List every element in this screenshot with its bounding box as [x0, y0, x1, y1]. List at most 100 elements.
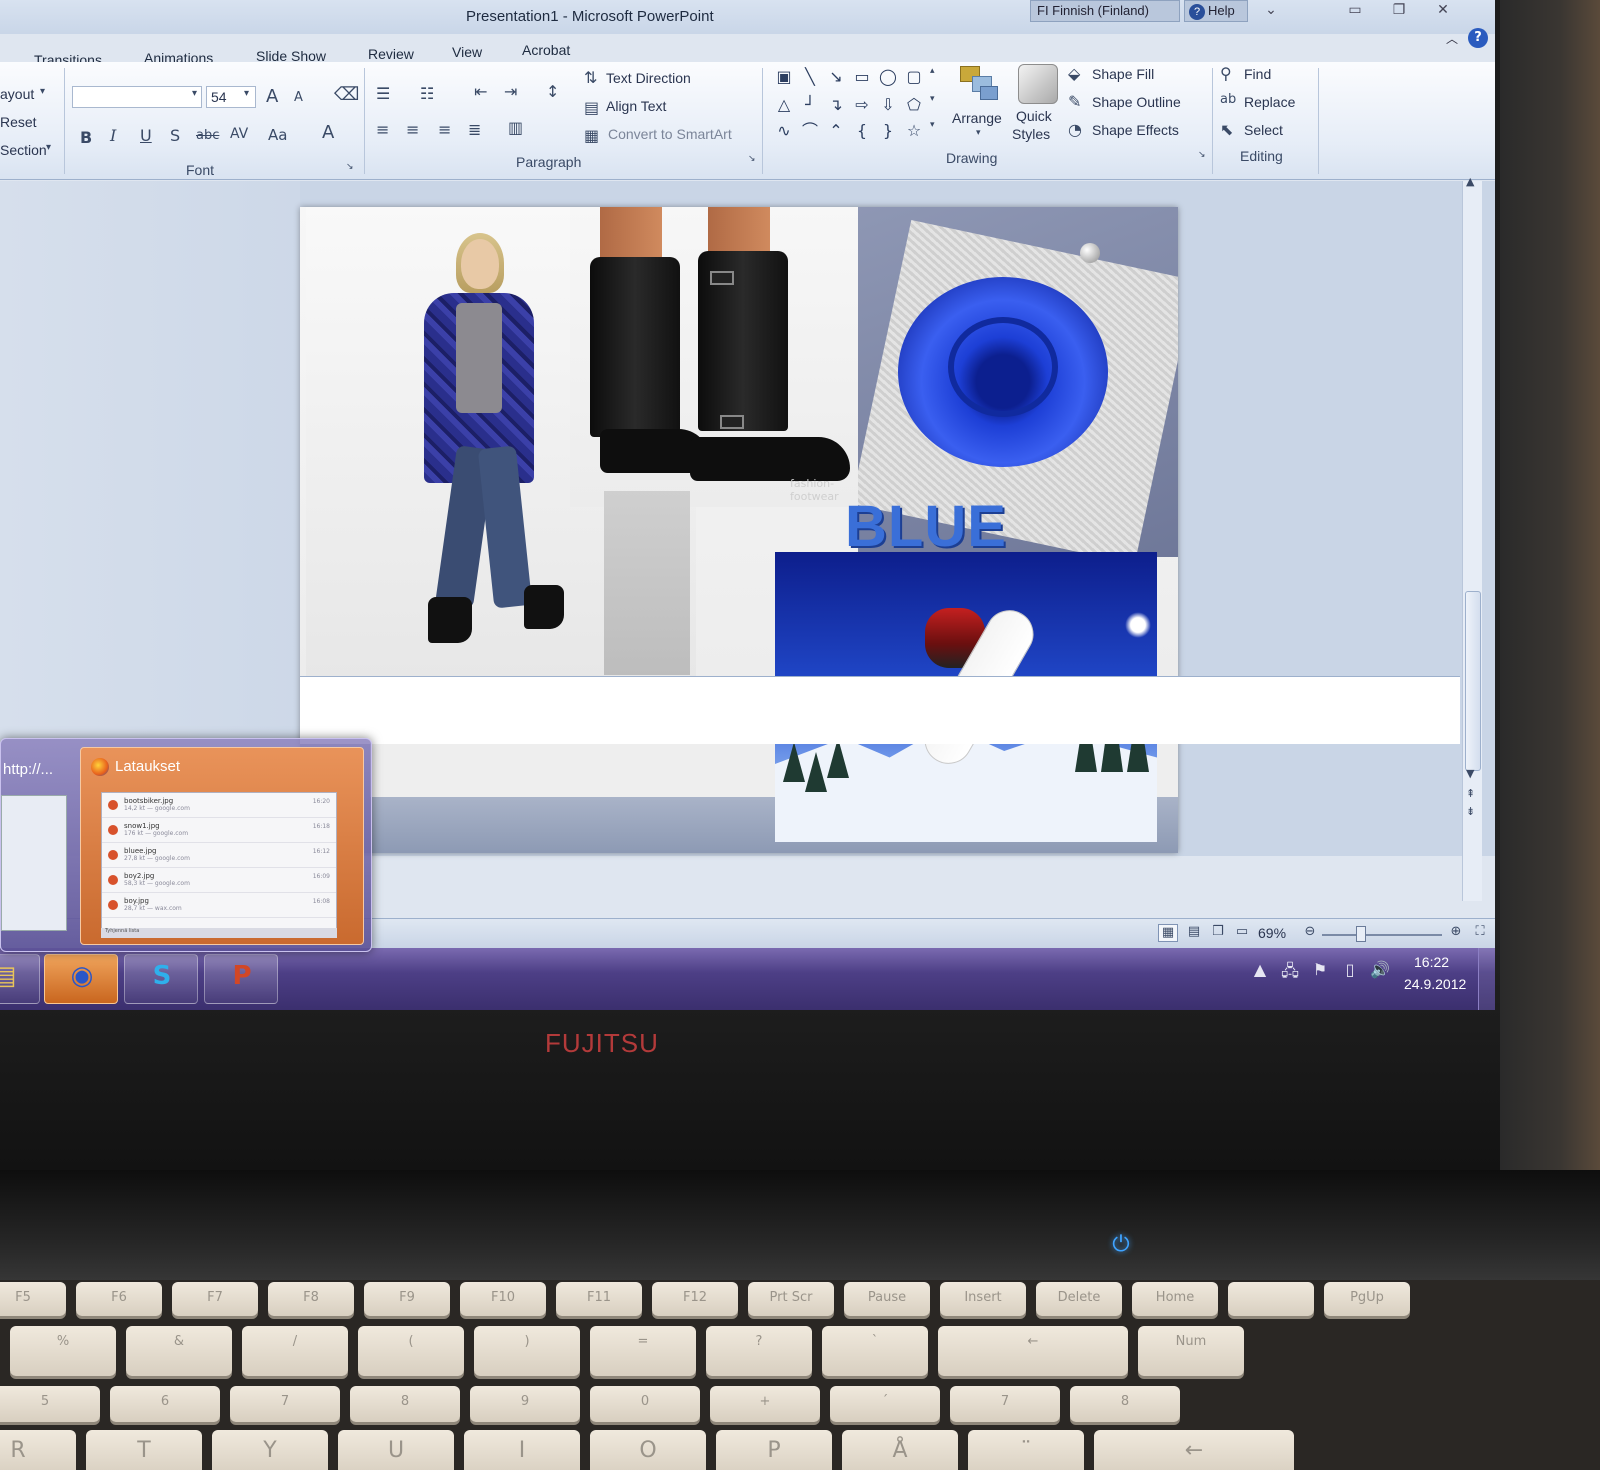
action-center-flag-icon[interactable]: ⚑ — [1308, 960, 1332, 979]
slideshow-view-icon[interactable]: ▭ — [1232, 924, 1252, 942]
show-hidden-icons-icon[interactable]: ▲ — [1248, 960, 1272, 979]
find-button[interactable]: Find — [1244, 66, 1271, 82]
elbow-arrow-shape-icon[interactable]: ↴ — [824, 94, 848, 116]
arrange-icon[interactable] — [958, 64, 1000, 106]
binoculars-icon[interactable]: ⚲ — [1220, 64, 1232, 83]
firefox-taskbar-button[interactable]: ◉ — [44, 954, 118, 1004]
tab-acrobat[interactable]: Acrobat — [522, 42, 570, 58]
reset-button[interactable]: Reset — [0, 114, 37, 130]
scroll-up-icon[interactable]: ▲ — [1466, 175, 1474, 188]
shape-outline-button[interactable]: Shape Outline — [1092, 94, 1181, 110]
line-spacing-icon[interactable]: ↕ — [546, 82, 559, 101]
align-center-icon[interactable]: ≡ — [406, 120, 419, 139]
align-text-button[interactable]: Align Text — [606, 98, 666, 114]
scroll-down-icon[interactable]: ▼ — [1466, 767, 1474, 780]
justify-icon[interactable]: ≣ — [468, 120, 481, 139]
arrange-dropdown-icon[interactable]: ▾ — [976, 128, 981, 138]
italic-button[interactable]: I — [110, 126, 116, 145]
shape-effects-button[interactable]: Shape Effects — [1092, 122, 1179, 138]
text-shadow-button[interactable]: S — [170, 126, 180, 145]
clock-date[interactable]: 24.9.2012 — [1404, 976, 1466, 992]
gallery-more-icon[interactable]: ▾ — [930, 120, 935, 130]
close-button[interactable]: ✕ — [1428, 2, 1458, 20]
zoom-out-icon[interactable]: ⊖ — [1300, 924, 1320, 942]
current-slide[interactable]: fashion-footwear BLUE — [300, 207, 1178, 853]
arrow-line-shape-icon[interactable]: ↘ — [824, 66, 848, 88]
zoom-level[interactable]: 69% — [1258, 925, 1286, 941]
rounded-rect-shape-icon[interactable]: ▢ — [902, 66, 926, 88]
text-direction-icon[interactable]: ⇅ — [584, 68, 597, 87]
explorer-taskbar-button[interactable]: ▤ — [0, 954, 40, 1004]
clock-time[interactable]: 16:22 — [1414, 954, 1449, 970]
normal-view-icon[interactable]: ▦ — [1158, 924, 1178, 942]
layout-button[interactable]: ayout — [0, 86, 34, 102]
convert-smartart-button[interactable]: Convert to SmartArt — [608, 126, 732, 142]
scribble-shape-icon[interactable]: ∿ — [772, 120, 796, 142]
font-dialog-launcher-icon[interactable]: ↘ — [346, 162, 354, 172]
tab-view[interactable]: View — [452, 44, 482, 60]
fit-to-window-icon[interactable]: ⛶ — [1470, 924, 1490, 942]
align-right-icon[interactable]: ≡ — [438, 120, 451, 139]
text-box-shape-icon[interactable]: ▣ — [772, 66, 796, 88]
shape-outline-icon[interactable]: ✎ — [1068, 92, 1081, 111]
right-arrow-shape-icon[interactable]: ⇨ — [850, 94, 874, 116]
font-name-box[interactable] — [72, 86, 202, 108]
show-desktop-button[interactable] — [1478, 948, 1495, 1010]
paragraph-dialog-launcher-icon[interactable]: ↘ — [748, 154, 756, 164]
decrease-indent-icon[interactable]: ⇤ — [474, 82, 487, 101]
skype-taskbar-button[interactable]: S — [124, 954, 198, 1004]
text-direction-button[interactable]: Text Direction — [606, 70, 691, 86]
left-brace-shape-icon[interactable]: { — [850, 120, 874, 142]
zoom-in-icon[interactable]: ⊕ — [1446, 924, 1466, 942]
restore-button[interactable]: ❐ — [1384, 2, 1414, 20]
rectangle-shape-icon[interactable]: ▭ — [850, 66, 874, 88]
minimize-ribbon-icon[interactable]: ︿ — [1446, 30, 1458, 47]
shape-fill-icon[interactable]: ⬙ — [1068, 64, 1080, 83]
power-icon[interactable]: ▯ — [1338, 960, 1362, 979]
dropdown-chevron-icon[interactable]: ⌄ — [1256, 2, 1286, 20]
ribbon-help-icon[interactable]: ? — [1468, 28, 1488, 48]
font-color-button[interactable]: A — [322, 122, 334, 143]
reading-view-icon[interactable]: ❒ — [1208, 924, 1228, 942]
section-dropdown-icon[interactable]: ▾ — [46, 142, 51, 153]
next-slide-icon[interactable]: ⇟ — [1466, 805, 1475, 818]
zoom-slider-track[interactable] — [1322, 934, 1442, 936]
slide-sorter-icon[interactable]: ▤ — [1184, 924, 1204, 942]
down-arrow-shape-icon[interactable]: ⇩ — [876, 94, 900, 116]
bullets-icon[interactable]: ☰ — [376, 84, 390, 103]
select-button[interactable]: Select — [1244, 122, 1283, 138]
smartart-icon[interactable]: ▦ — [584, 126, 599, 145]
browser-thumbnail[interactable]: http://... — [1, 747, 73, 945]
character-spacing-button[interactable]: AV — [230, 126, 248, 142]
slide-headline[interactable]: BLUE — [845, 493, 1007, 560]
drawing-dialog-launcher-icon[interactable]: ↘ — [1198, 150, 1206, 160]
bold-button[interactable]: B — [80, 128, 92, 147]
replace-icon[interactable]: ab — [1220, 92, 1236, 107]
previous-slide-icon[interactable]: ⇞ — [1466, 787, 1475, 800]
gallery-scroll-down-icon[interactable]: ▾ — [930, 94, 935, 104]
powerpoint-taskbar-button[interactable]: P — [204, 954, 278, 1004]
grow-font-icon[interactable]: A — [266, 86, 278, 107]
scroll-thumb[interactable] — [1465, 591, 1481, 771]
shrink-font-icon[interactable]: A — [294, 90, 303, 105]
language-indicator[interactable]: FI Finnish (Finland) — [1030, 0, 1180, 22]
shape-fill-button[interactable]: Shape Fill — [1092, 66, 1154, 82]
oval-shape-icon[interactable]: ◯ — [876, 66, 900, 88]
quick-styles-label-1[interactable]: Quick — [1016, 108, 1052, 124]
freeform-shape-icon[interactable]: ⬠ — [902, 94, 926, 116]
help-button[interactable]: ? Help — [1184, 0, 1248, 22]
clear-formatting-icon[interactable]: ⌫ — [334, 84, 359, 105]
align-text-icon[interactable]: ▤ — [584, 98, 599, 117]
layout-dropdown-icon[interactable]: ▾ — [40, 86, 45, 97]
line-shape-icon[interactable]: ╲ — [798, 66, 822, 88]
star-shape-icon[interactable]: ☆ — [902, 120, 926, 142]
section-button[interactable]: Section — [0, 142, 47, 158]
align-left-icon[interactable]: ≡ — [376, 120, 389, 139]
shape-effects-icon[interactable]: ◔ — [1068, 120, 1082, 139]
select-cursor-icon[interactable]: ⬉ — [1220, 120, 1233, 139]
curve-shape-icon[interactable]: ⌃ — [824, 120, 848, 142]
columns-icon[interactable]: ▥ — [508, 118, 523, 137]
quick-styles-label-2[interactable]: Styles — [1012, 126, 1050, 142]
underline-button[interactable]: U — [140, 126, 152, 145]
volume-icon[interactable]: 🔊 — [1368, 960, 1392, 979]
